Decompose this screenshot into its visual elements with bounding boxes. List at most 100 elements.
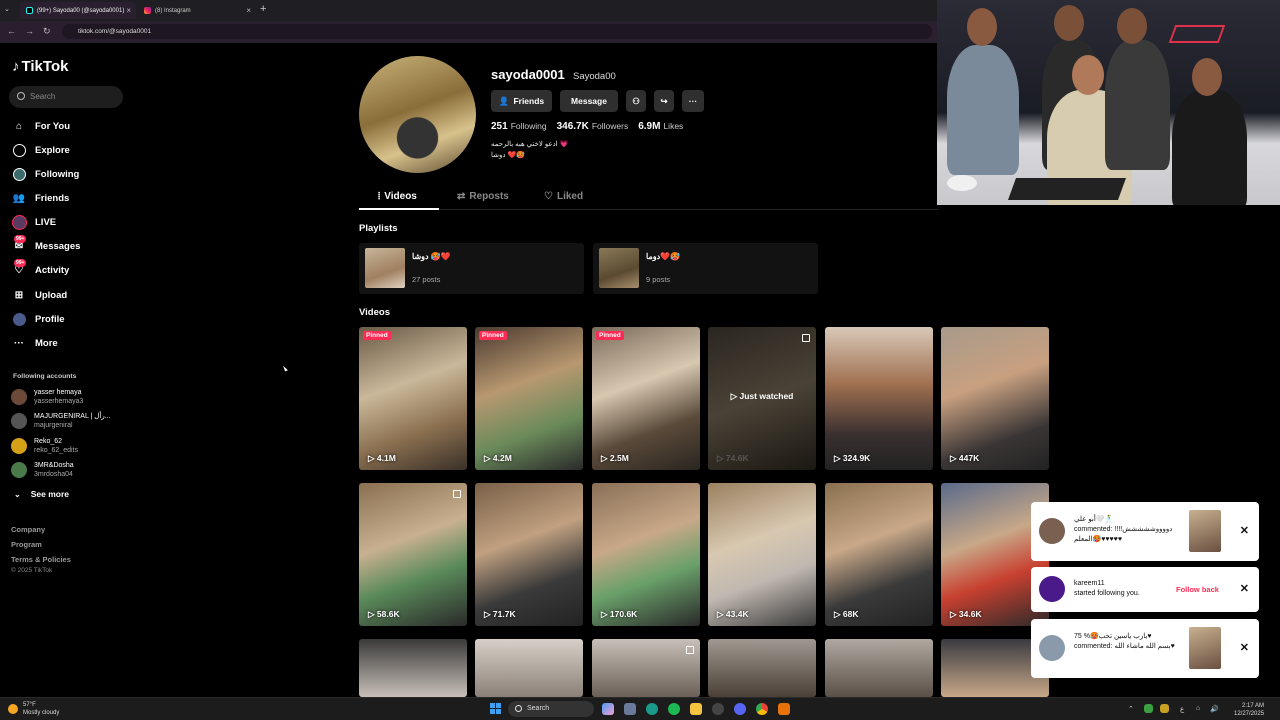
footer-link-terms[interactable]: Terms & Policies bbox=[11, 555, 71, 564]
browser-tab-instagram[interactable]: (8) Instagram × bbox=[138, 2, 256, 19]
language-indicator[interactable]: ع bbox=[1180, 705, 1184, 713]
followers-stat[interactable]: 346.7K Followers bbox=[557, 121, 629, 132]
video-card[interactable] bbox=[475, 639, 583, 697]
notification-toast[interactable]: 75 %🥵يارب ياسين تحب♥ commented: بسم الله… bbox=[1031, 619, 1259, 678]
video-card[interactable]: ▷ Just watched ▷ 74.6K bbox=[708, 327, 816, 470]
tiktok-logo[interactable]: ♪ TikTok bbox=[12, 58, 68, 75]
close-tab-icon[interactable]: × bbox=[126, 6, 131, 15]
video-card[interactable]: ▷ 68K bbox=[825, 483, 933, 626]
more-options-button[interactable]: ··· bbox=[682, 90, 704, 112]
message-button[interactable]: Message bbox=[560, 90, 618, 112]
profile-stats: 251 Following 346.7K Followers 6.9M Likes bbox=[491, 121, 683, 132]
app-icon[interactable] bbox=[712, 703, 724, 715]
close-tab-icon[interactable]: × bbox=[246, 6, 251, 15]
following-stat[interactable]: 251 Following bbox=[491, 121, 547, 132]
chrome-icon[interactable] bbox=[756, 703, 768, 715]
taskbar-search-label: Search bbox=[527, 705, 550, 712]
friends-label: Friends bbox=[513, 96, 545, 106]
follow-back-button[interactable]: Follow back bbox=[1176, 585, 1219, 594]
sidebar-item-live[interactable]: LIVE bbox=[11, 213, 56, 231]
sidebar-item-upload[interactable]: ⊞ Upload bbox=[11, 286, 67, 304]
video-card[interactable]: ▷ 43.4K bbox=[708, 483, 816, 626]
following-account[interactable]: yasser hemaya yasserhemaya3 bbox=[11, 386, 83, 408]
footer-link-company[interactable]: Company bbox=[11, 525, 45, 534]
video-card[interactable]: ▷ 324.9K bbox=[825, 327, 933, 470]
following-account[interactable]: Reko_62 reko_62_edits bbox=[11, 435, 78, 457]
tab-reposts[interactable]: ⇄ Reposts bbox=[457, 191, 509, 202]
app-icon[interactable] bbox=[778, 703, 790, 715]
profile-avatar[interactable] bbox=[359, 56, 476, 173]
search-input[interactable]: Search bbox=[9, 86, 123, 108]
weather-widget[interactable]: 57°F Mostly cloudy bbox=[8, 701, 59, 717]
playlist-card[interactable]: دوما❤️🥵 9 posts bbox=[593, 243, 818, 294]
tab-menu-icon[interactable]: ⌄ bbox=[4, 5, 10, 13]
notification-text: 75 %🥵يارب ياسين تحب♥ commented: بسم الله… bbox=[1074, 633, 1175, 650]
repost-icon: ⇄ bbox=[457, 191, 466, 202]
url-input[interactable]: tiktok.com/@sayoda0001 bbox=[62, 24, 932, 39]
person-figure bbox=[947, 45, 1019, 175]
sidebar-item-following[interactable]: Following bbox=[11, 165, 79, 183]
sidebar-item-for-you[interactable]: ⌂ For You bbox=[11, 117, 70, 135]
video-card[interactable]: ▷ 71.7K bbox=[475, 483, 583, 626]
video-card[interactable] bbox=[359, 639, 467, 697]
tab-liked[interactable]: ♡ Liked bbox=[544, 191, 583, 202]
spotify-icon[interactable] bbox=[668, 703, 680, 715]
video-card[interactable]: ▷ 170.6K bbox=[592, 483, 700, 626]
network-icon[interactable]: ⌂ bbox=[1196, 705, 1200, 712]
widgets-icon[interactable] bbox=[602, 703, 614, 715]
sidebar-item-friends[interactable]: 👥 Friends bbox=[11, 189, 70, 207]
close-icon[interactable]: ✕ bbox=[1240, 582, 1249, 595]
avatar bbox=[11, 462, 27, 478]
taskbar-search[interactable]: Search bbox=[508, 701, 594, 717]
video-card[interactable] bbox=[592, 639, 700, 697]
see-more-button[interactable]: ⌄ See more bbox=[14, 489, 69, 499]
close-icon[interactable]: ✕ bbox=[1240, 641, 1249, 654]
discord-icon[interactable] bbox=[734, 703, 746, 715]
file-explorer-icon[interactable] bbox=[690, 703, 702, 715]
notification-text: أبو علي🤍🕺 commented: !!!!دووووششششش المع… bbox=[1074, 516, 1173, 543]
video-card[interactable]: ▷ 447K bbox=[941, 327, 1049, 470]
video-card[interactable]: Pinned ▷ 4.2M bbox=[475, 327, 583, 470]
forward-icon[interactable]: → bbox=[25, 26, 34, 36]
avatar bbox=[1039, 518, 1065, 544]
browser-tab-tiktok[interactable]: (99+) Sayoda00 (@sayoda0001) × bbox=[20, 2, 136, 19]
sidebar-item-profile[interactable]: Profile bbox=[11, 310, 65, 328]
following-account[interactable]: 3MR&Dosha 3mrdosha04 bbox=[11, 459, 74, 481]
share-button[interactable]: ↪ bbox=[654, 90, 674, 112]
notification-toast[interactable]: أبو علي🤍🕺 commented: !!!!دووووششششش المع… bbox=[1031, 502, 1259, 561]
video-card[interactable] bbox=[708, 639, 816, 697]
tray-app-icon[interactable] bbox=[1160, 704, 1169, 713]
suggested-accounts-button[interactable]: ⚇ bbox=[626, 90, 646, 112]
tab-videos[interactable]: ⦙ Videos bbox=[378, 191, 417, 202]
profile-icon bbox=[11, 311, 27, 327]
video-card[interactable]: Pinned ▷ 2.5M bbox=[592, 327, 700, 470]
close-icon[interactable]: ✕ bbox=[1240, 524, 1249, 537]
footer-link-program[interactable]: Program bbox=[11, 540, 42, 549]
account-handle: majurgeniral bbox=[34, 422, 73, 429]
sidebar-item-messages[interactable]: ✉ 99+ Messages bbox=[11, 235, 80, 255]
person-figure bbox=[1172, 90, 1247, 205]
back-icon[interactable]: ← bbox=[7, 26, 16, 36]
new-tab-button[interactable]: + bbox=[260, 3, 266, 15]
sidebar-item-activity[interactable]: ♡ 99+ Activity bbox=[11, 259, 69, 279]
notification-toast[interactable]: kareem11 started following you. Follow b… bbox=[1031, 567, 1259, 612]
sidebar-item-more[interactable]: ··· More bbox=[11, 334, 58, 352]
task-view-icon[interactable] bbox=[624, 703, 636, 715]
sidebar-item-label: LIVE bbox=[35, 216, 57, 228]
tray-app-icon[interactable] bbox=[1144, 704, 1153, 713]
friends-button[interactable]: 👤 Friends bbox=[491, 90, 552, 112]
reload-icon[interactable]: ↻ bbox=[43, 26, 51, 37]
following-account[interactable]: MAJURGENIRAL | رأل... majurgeniral bbox=[11, 410, 111, 432]
upload-icon: ⊞ bbox=[14, 289, 24, 301]
tray-chevron-icon[interactable]: ⌃ bbox=[1128, 705, 1134, 713]
video-card[interactable] bbox=[825, 639, 933, 697]
volume-icon[interactable]: 🔊 bbox=[1210, 705, 1219, 713]
playlist-card[interactable]: دوشا 🥵❤️ 27 posts bbox=[359, 243, 584, 294]
notification-thumbnail bbox=[1189, 627, 1221, 669]
windows-start-icon[interactable] bbox=[490, 703, 501, 714]
edge-icon[interactable] bbox=[646, 703, 658, 715]
taskbar-clock[interactable]: 2:17 AM 12/27/2025 bbox=[1234, 702, 1264, 718]
video-card[interactable]: ▷ 58.6K bbox=[359, 483, 467, 626]
video-card[interactable]: Pinned ▷ 4.1M bbox=[359, 327, 467, 470]
sidebar-item-explore[interactable]: Explore bbox=[11, 141, 70, 159]
